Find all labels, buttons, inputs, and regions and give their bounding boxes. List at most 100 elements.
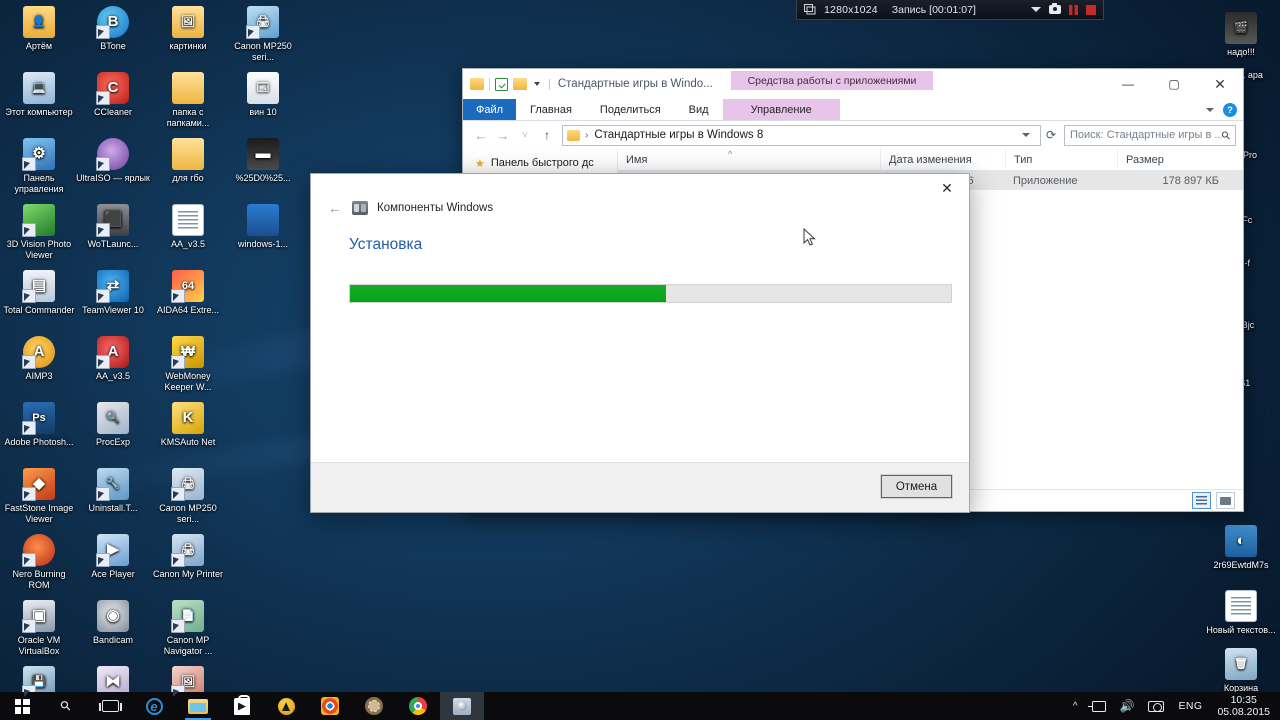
desktop-icon[interactable]: папка с папками... [151,72,225,128]
details-view-icon[interactable] [1192,492,1211,509]
desktop-icon[interactable]: Новый текстов... [1204,590,1278,636]
desktop-icon[interactable]: 📄 Canon MP Navigator ... [151,600,225,656]
up-button[interactable]: ↑ [536,128,558,142]
new-folder-icon[interactable] [513,78,527,90]
tab-view[interactable]: Вид [675,99,723,120]
large-icons-view-icon[interactable] [1216,492,1235,509]
volume-icon[interactable]: 🔊 [1113,692,1142,720]
desktop-icon[interactable]: AA_v3.5 [151,204,225,250]
aimp-button[interactable] [352,692,396,720]
desktop-icon[interactable]: ▤ Total Commander [2,270,76,316]
desktop-icon[interactable]: 🖨 Canon MP250 seri... [226,6,300,62]
close-button[interactable]: ✕ [1197,69,1243,99]
search-button[interactable]: ⚲ [44,692,88,720]
desktop-icon[interactable]: 🗔 вин 10 [226,72,300,118]
back-arrow-icon[interactable]: ← [327,200,343,216]
file-explorer-button[interactable] [176,692,220,720]
desktop-icon[interactable]: для гбо [151,138,225,184]
column-header-name[interactable]: Имя [618,149,880,171]
help-icon[interactable]: ? [1223,103,1237,117]
cancel-button[interactable]: Отмена [880,474,953,499]
properties-icon[interactable] [495,77,508,91]
stop-icon[interactable] [1086,4,1096,15]
column-header-modified[interactable]: Дата изменения [880,148,1005,171]
desktop-icon[interactable]: ◉ Bandicam [76,600,150,646]
bandicam-button[interactable] [440,692,484,720]
windows-features-dialog[interactable]: ✕ ← Компоненты Windows Установка Отмена [310,173,970,513]
back-button[interactable]: ← [470,128,492,143]
column-header-row[interactable]: Имя Дата изменения Тип Размер ^ [618,148,1243,171]
desktop-icon[interactable]: UltraISO — ярлык [76,138,150,184]
quick-access-toolbar[interactable] [470,77,540,91]
desktop-icon[interactable]: ▣ Oracle VM VirtualBox [2,600,76,656]
search-box[interactable]: Поиск: Стандартные игры в ... ⚲ [1064,124,1236,146]
system-tray[interactable]: ^ 🔊 ENG 10:35 05.08.2015 [1066,692,1280,720]
column-header-type[interactable]: Тип [1005,148,1117,171]
network-icon[interactable] [1085,692,1113,720]
desktop-icon[interactable]: ⬛ WoTLaunc... [76,204,150,250]
desktop-icon[interactable]: 🗑 Корзина [1204,648,1278,694]
search-input[interactable]: Поиск: Стандартные игры в ... [1070,129,1222,141]
eye-app-button[interactable] [308,692,352,720]
maximize-button[interactable]: ▢ [1151,69,1197,99]
explorer-title-bar[interactable]: | Стандартные игры в Windo... Средства р… [463,69,1243,99]
desktop-icon[interactable]: ₩ WebMoney Keeper W... [151,336,225,392]
address-bar[interactable]: › Стандартные игры в Windows 8 [562,124,1041,146]
recent-locations-button[interactable]: ˅ [514,130,536,141]
desktop-icon[interactable]: 3D Vision Photo Viewer [2,204,76,260]
desktop-icon[interactable]: ▬ %25D0%25... [226,138,300,184]
breadcrumb[interactable]: Стандартные игры в Windows 8 [594,129,1022,141]
close-icon[interactable]: ✕ [925,174,969,202]
desktop-icon[interactable]: windows-1... [226,204,300,250]
tab-home[interactable]: Главная [516,99,586,120]
taskbar[interactable]: ⚲ e ^ 🔊 ENG 10:35 05.08.2015 [0,692,1280,720]
desktop-icon[interactable]: 🖨 Canon MP250 seri... [151,468,225,524]
amp-button[interactable] [264,692,308,720]
desktop-icon[interactable]: 🖨 Canon My Printer [151,534,225,580]
camera-icon[interactable] [1049,2,1061,14]
column-header-size[interactable]: Размер [1117,148,1229,171]
desktop-icon[interactable]: 🔧 Uninstall.T... [76,468,150,514]
chrome-button[interactable] [396,692,440,720]
desktop-icon[interactable]: Ps Adobe Photosh... [2,402,76,448]
desktop-icon[interactable]: ▶ Ace Player [76,534,150,580]
desktop-icon[interactable]: 64 AIDA64 Extre... [151,270,225,316]
minimize-button[interactable]: — [1105,69,1151,99]
desktop-icon[interactable]: A AA_v3.5 [76,336,150,382]
navigation-bar[interactable]: ← → ˅ ↑ › Стандартные игры в Windows 8 ⟳… [463,121,1243,149]
desktop-icon[interactable]: ⚙ Панель управления [2,138,76,194]
desktop-icon[interactable]: 🔍 ProcExp [76,402,150,448]
refresh-button[interactable]: ⟳ [1041,128,1061,142]
tab-manage[interactable]: Управление [722,99,840,120]
store-button[interactable] [220,692,264,720]
ribbon-tab-bar[interactable]: Файл Главная Поделиться Вид Управление ? [463,99,1243,121]
desktop-icon[interactable]: 💻 Этот компьютер [2,72,76,118]
chevron-down-icon[interactable] [1206,108,1214,112]
chevron-down-icon[interactable] [1022,133,1030,137]
chevron-down-icon[interactable] [534,82,540,86]
start-button[interactable] [0,692,44,720]
desktop-icon[interactable]: 🎬 надо!!! [1204,12,1278,58]
forward-button[interactable]: → [492,128,514,143]
chevron-up-icon[interactable]: ^ [1066,692,1085,720]
window-controls[interactable]: — ▢ ✕ [1105,69,1243,99]
sidebar-item-quick-access[interactable]: ★ Панель быстрого дс [463,153,617,173]
dropdown-caret-icon[interactable] [1031,7,1041,12]
desktop-icon[interactable]: C CCleaner [76,72,150,118]
edge-button[interactable]: e [132,692,176,720]
desktop-icon[interactable]: Nero Burning ROM [2,534,76,590]
desktop-icon[interactable]: K KMSAuto Net [151,402,225,448]
desktop-icon[interactable]: 👤 Артём [2,6,76,52]
tab-file[interactable]: Файл [463,99,517,120]
view-mode-buttons[interactable] [1192,492,1235,509]
recorder-overlay-bar[interactable]: 1280x1024 Запись [00:01:07] [796,0,1104,20]
tab-share[interactable]: Поделиться [586,99,675,120]
desktop-icon[interactable]: ⇄ TeamViewer 10 [76,270,150,316]
pause-icon[interactable] [1069,4,1078,15]
action-center-icon[interactable] [1141,692,1171,720]
desktop-icon[interactable]: ◆ FastStone Image Viewer [2,468,76,524]
task-view-button[interactable] [88,692,132,720]
desktop-icon[interactable]: 🖼 картинки [151,6,225,52]
desktop-icon[interactable]: A AIMP3 [2,336,76,382]
desktop-icon[interactable]: ◐ 2r69EwtdM7s [1204,525,1278,571]
